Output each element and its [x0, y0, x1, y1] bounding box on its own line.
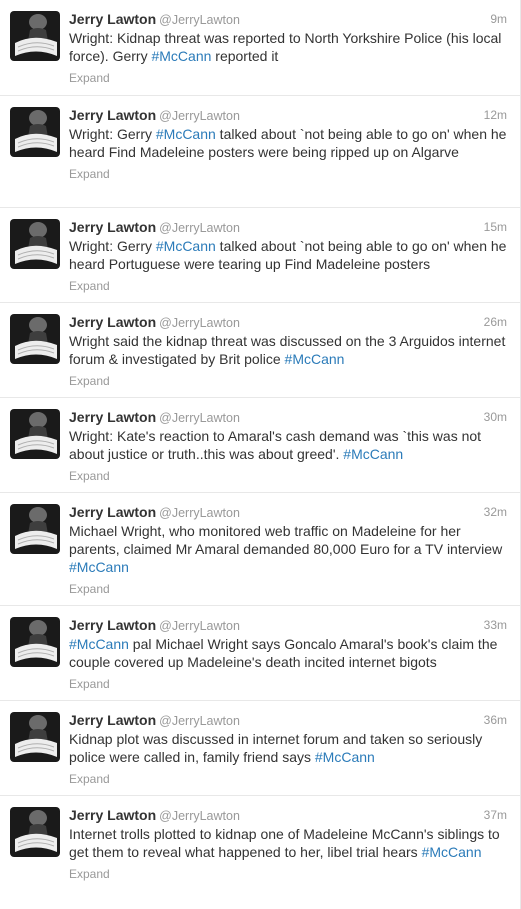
author-name[interactable]: Jerry Lawton — [69, 11, 156, 27]
author-handle[interactable]: @JerryLawton — [159, 619, 240, 633]
expand-link[interactable]: Expand — [69, 467, 510, 494]
tweet-text: Michael Wright, who monitored web traffi… — [69, 522, 510, 576]
tweet-text-segment: Kidnap plot was discussed in internet fo… — [69, 731, 483, 765]
tweet-text-segment: Wright: Kate's reaction to Amaral's cash… — [69, 428, 482, 462]
tweet-timestamp[interactable]: 33m — [484, 615, 507, 635]
tweet[interactable]: Jerry Lawton @JerryLawton 26m Wright said… — [0, 303, 520, 398]
hashtag-link[interactable]: #McCann — [156, 238, 216, 254]
expand-link[interactable]: Expand — [69, 865, 510, 892]
tweet-text: Wright: Gerry #McCann talked about `not … — [69, 125, 510, 161]
expand-link[interactable]: Expand — [69, 69, 510, 96]
tweet[interactable]: Jerry Lawton @JerryLawton 30m Wright: Kat… — [0, 398, 520, 493]
author-name[interactable]: Jerry Lawton — [69, 807, 156, 823]
avatar[interactable] — [10, 504, 60, 554]
tweet[interactable]: Jerry Lawton @JerryLawton 33m #McCann pal… — [0, 606, 520, 701]
tweet-timestamp[interactable]: 30m — [484, 407, 507, 427]
tweet-text-segment: reported it — [211, 48, 279, 64]
tweet-text-segment: Wright: Gerry — [69, 126, 156, 142]
author-handle[interactable]: @JerryLawton — [159, 109, 240, 123]
author-handle[interactable]: @JerryLawton — [159, 714, 240, 728]
tweet-timestamp[interactable]: 12m — [484, 105, 507, 125]
hashtag-link[interactable]: #McCann — [315, 749, 375, 765]
tweet-text-segment: Michael Wright, who monitored web traffi… — [69, 523, 503, 557]
author-name[interactable]: Jerry Lawton — [69, 504, 156, 520]
avatar[interactable] — [10, 107, 60, 157]
author-handle[interactable]: @JerryLawton — [159, 506, 240, 520]
author-name[interactable]: Jerry Lawton — [69, 219, 156, 235]
hashtag-link[interactable]: #McCann — [156, 126, 216, 142]
tweet-timestamp[interactable]: 26m — [484, 312, 507, 332]
expand-link[interactable]: Expand — [69, 372, 510, 399]
avatar[interactable] — [10, 712, 60, 762]
expand-link[interactable]: Expand — [69, 770, 510, 797]
tweet-text: Wright: Kidnap threat was reported to No… — [69, 29, 510, 65]
hashtag-link[interactable]: #McCann — [285, 351, 345, 367]
hashtag-link[interactable]: #McCann — [422, 844, 482, 860]
author-name[interactable]: Jerry Lawton — [69, 314, 156, 330]
tweet-timestamp[interactable]: 32m — [484, 502, 507, 522]
author-handle[interactable]: @JerryLawton — [159, 221, 240, 235]
tweet-text: Wright: Gerry #McCann talked about `not … — [69, 237, 510, 273]
tweet-timestamp[interactable]: 36m — [484, 710, 507, 730]
author-handle[interactable]: @JerryLawton — [159, 411, 240, 425]
expand-link[interactable]: Expand — [69, 165, 510, 192]
tweet-text: #McCann pal Michael Wright says Goncalo … — [69, 635, 510, 671]
author-handle[interactable]: @JerryLawton — [159, 809, 240, 823]
tweet[interactable]: Jerry Lawton @JerryLawton 15m Wright: Ger… — [0, 208, 520, 303]
tweet-text-segment: pal Michael Wright says Goncalo Amaral's… — [69, 636, 498, 670]
hashtag-link[interactable]: #McCann — [69, 636, 129, 652]
expand-link[interactable]: Expand — [69, 277, 510, 304]
tweet-text: Kidnap plot was discussed in internet fo… — [69, 730, 510, 766]
author-handle[interactable]: @JerryLawton — [159, 13, 240, 27]
author-name[interactable]: Jerry Lawton — [69, 712, 156, 728]
tweet-timestamp[interactable]: 9m — [490, 9, 507, 29]
expand-link[interactable]: Expand — [69, 675, 510, 702]
author-name[interactable]: Jerry Lawton — [69, 107, 156, 123]
hashtag-link[interactable]: #McCann — [69, 559, 129, 575]
avatar[interactable] — [10, 409, 60, 459]
tweet[interactable]: Jerry Lawton @JerryLawton 9m Wright: Kidn… — [0, 0, 520, 96]
tweet[interactable]: Jerry Lawton @JerryLawton 37m Internet tr… — [0, 796, 520, 909]
tweet[interactable]: Jerry Lawton @JerryLawton 12m Wright: Ger… — [0, 96, 520, 208]
tweet[interactable]: Jerry Lawton @JerryLawton 32m Michael Wri… — [0, 493, 520, 606]
tweet[interactable]: Jerry Lawton @JerryLawton 36m Kidnap plot… — [0, 701, 520, 796]
tweet-text-segment: Wright: Kidnap threat was reported to No… — [69, 30, 502, 64]
tweet-text: Wright: Kate's reaction to Amaral's cash… — [69, 427, 510, 463]
author-name[interactable]: Jerry Lawton — [69, 409, 156, 425]
tweet-timestamp[interactable]: 37m — [484, 805, 507, 825]
avatar[interactable] — [10, 219, 60, 269]
expand-link[interactable]: Expand — [69, 580, 510, 607]
hashtag-link[interactable]: #McCann — [151, 48, 211, 64]
tweet-text: Internet trolls plotted to kidnap one of… — [69, 825, 510, 861]
tweet-text-segment: Wright: Gerry — [69, 238, 156, 254]
tweet-text: Wright said the kidnap threat was discus… — [69, 332, 510, 368]
avatar[interactable] — [10, 617, 60, 667]
avatar[interactable] — [10, 807, 60, 857]
author-handle[interactable]: @JerryLawton — [159, 316, 240, 330]
avatar[interactable] — [10, 314, 60, 364]
tweet-timeline: Jerry Lawton @JerryLawton 9m Wright: Kidn… — [0, 0, 521, 909]
tweet-timestamp[interactable]: 15m — [484, 217, 507, 237]
hashtag-link[interactable]: #McCann — [343, 446, 403, 462]
author-name[interactable]: Jerry Lawton — [69, 617, 156, 633]
avatar[interactable] — [10, 11, 60, 61]
